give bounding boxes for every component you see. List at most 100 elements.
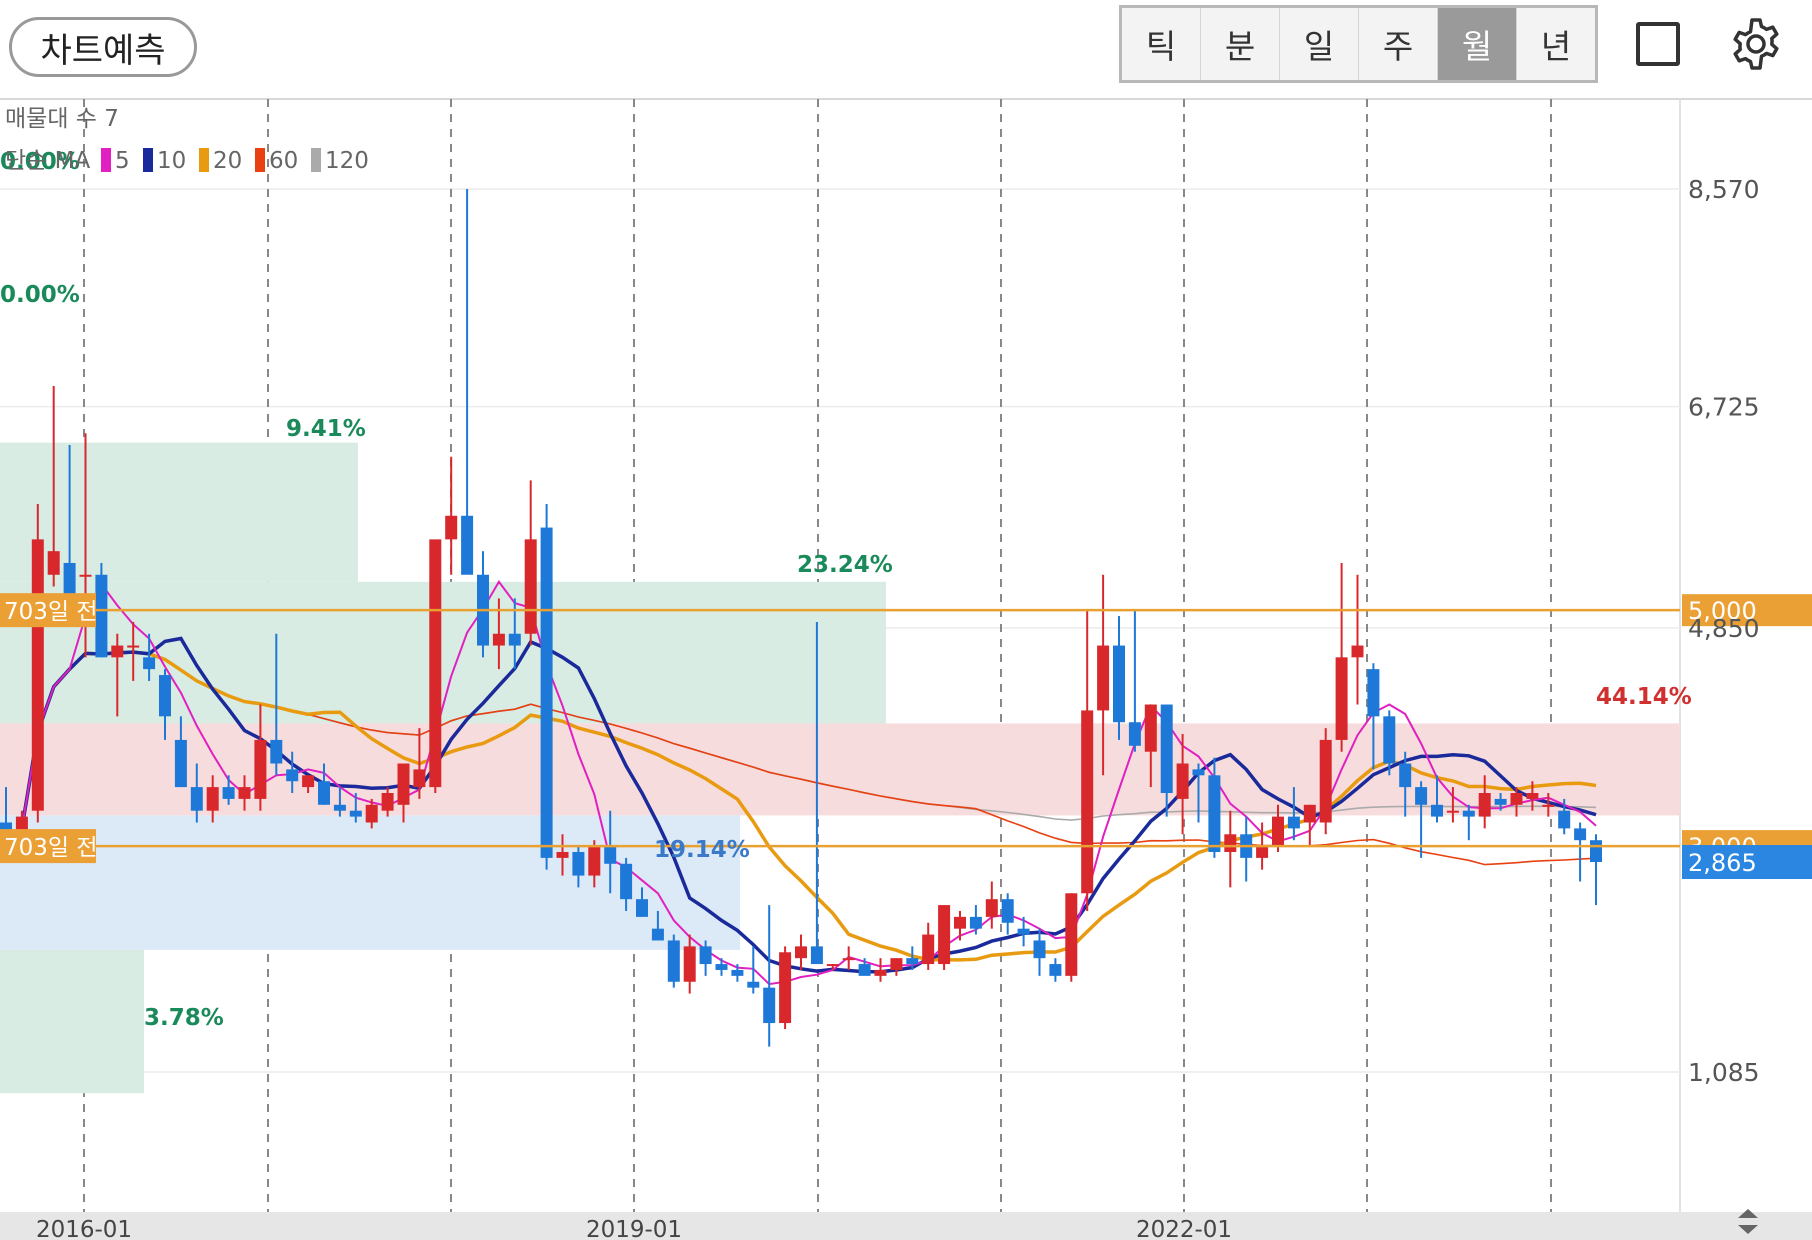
volume-profile-box: [0, 723, 1680, 816]
candle-body: [540, 527, 553, 858]
period-year-button[interactable]: 년: [1517, 8, 1595, 80]
ma-legend-swatch: [101, 148, 111, 172]
volume-profile-pct: 44.14%: [1596, 684, 1692, 710]
candle-body: [1303, 804, 1316, 823]
candle-body: [826, 964, 839, 967]
candle-body: [938, 905, 951, 965]
candle-body: [699, 946, 712, 965]
chart-predict-button[interactable]: 차트예측: [9, 17, 197, 77]
candle-body: [1383, 716, 1396, 764]
candle-body: [985, 899, 998, 917]
candle-body: [1415, 787, 1428, 805]
candle-body: [31, 539, 44, 811]
period-week-button[interactable]: 주: [1359, 8, 1438, 80]
x-tick-label: 2019-01: [586, 1217, 682, 1240]
volume-profile-pct: 23.24%: [797, 552, 893, 578]
candle-body: [1558, 810, 1571, 829]
candle-body: [238, 787, 251, 799]
volume-profile-pct: 9.41%: [286, 416, 366, 442]
volume-profile-pct: 3.78%: [144, 1005, 224, 1031]
ma-legend-swatch: [255, 148, 265, 172]
candle-body: [1287, 816, 1300, 829]
gear-icon[interactable]: [1728, 16, 1784, 72]
candle-body: [318, 781, 330, 805]
y-tick-label: 8,570: [1688, 175, 1760, 204]
candle-body: [651, 928, 664, 941]
period-day-button[interactable]: 일: [1280, 8, 1359, 80]
y-tick-label: 1,085: [1688, 1058, 1760, 1087]
candle-body: [1335, 657, 1348, 740]
candle-body: [111, 645, 124, 658]
ma-legend-value: 60: [269, 148, 298, 174]
period-month-button[interactable]: 월: [1438, 8, 1517, 80]
candle-body: [254, 739, 267, 799]
candle-body: [969, 916, 982, 929]
candle-body: [1590, 840, 1602, 863]
candle-body: [620, 863, 633, 900]
candle-body: [461, 515, 474, 575]
candle-body: [858, 964, 871, 976]
volume-profile-boxes: [0, 442, 1680, 1094]
candle-body: [1049, 964, 1062, 976]
candle-body: [365, 804, 378, 823]
candle-body: [333, 804, 346, 811]
candle-body: [795, 946, 807, 959]
candle-body: [1399, 763, 1412, 788]
candle-body: [667, 940, 680, 982]
volume-profile-pct: 19.14%: [654, 837, 750, 863]
candle-body: [270, 739, 283, 764]
candle-body: [906, 958, 919, 965]
time-axis-band: [0, 1212, 1812, 1240]
candle-body: [1256, 846, 1269, 858]
candle-body: [779, 952, 792, 1024]
candle-body: [286, 769, 299, 782]
candle-body: [1526, 793, 1539, 799]
period-selector: 틱 분 일 주 월 년: [1119, 5, 1598, 83]
candlestick-chart[interactable]: 703일 전5,000703일 전3,0002,865 0.00%0.00%9.…: [0, 99, 1812, 1240]
candle-body: [954, 916, 966, 929]
candle-body: [731, 969, 744, 976]
fullscreen-square-icon[interactable]: [1636, 22, 1680, 66]
x-tick-label: 2016-01: [36, 1217, 132, 1240]
period-tick-button[interactable]: 틱: [1122, 8, 1201, 80]
volume-profile-pct: 0.00%: [0, 282, 80, 308]
candle-body: [445, 515, 458, 540]
candle-body: [747, 981, 760, 988]
candle-body: [302, 775, 315, 788]
candle-body: [1128, 722, 1141, 746]
candle-body: [1081, 710, 1094, 894]
candle-body: [222, 787, 235, 799]
candle-body: [508, 633, 521, 646]
candle-body: [429, 539, 442, 788]
candle-body: [1192, 769, 1205, 776]
ma-legend-value: 20: [213, 148, 242, 174]
candle-body: [174, 739, 187, 788]
current-price-value: 2,865: [1688, 849, 1757, 877]
candle-body: [1065, 893, 1078, 976]
candle-body: [1001, 899, 1014, 923]
y-tick-label: 4,850: [1688, 614, 1760, 643]
ma-legend: 단순 MA 5 10 20 60 120: [5, 148, 369, 174]
volume-profile-count-label: 매물대 수 7: [5, 106, 119, 132]
candle-body: [842, 958, 855, 961]
ma-legend-title: 단순 MA: [5, 148, 90, 174]
candle-body: [1113, 645, 1125, 723]
candle-body: [1462, 810, 1475, 817]
candle-body: [1272, 816, 1284, 847]
candle-body: [922, 934, 935, 965]
candle-body: [1351, 645, 1364, 658]
candle-body: [890, 958, 903, 970]
ma-legend-swatch: [199, 148, 209, 172]
ma-legend-swatch: [143, 148, 153, 172]
candle-body: [1224, 834, 1237, 852]
period-minute-button[interactable]: 분: [1201, 8, 1280, 80]
candle-body: [1446, 810, 1459, 813]
candle-body: [763, 987, 776, 1024]
candle-body: [715, 964, 728, 970]
candle-body: [810, 946, 823, 965]
candle-body: [143, 657, 156, 670]
candle-body: [683, 946, 696, 982]
candle-body: [1017, 928, 1030, 935]
ma-legend-value: 10: [157, 148, 186, 174]
candle-body: [1160, 704, 1173, 794]
